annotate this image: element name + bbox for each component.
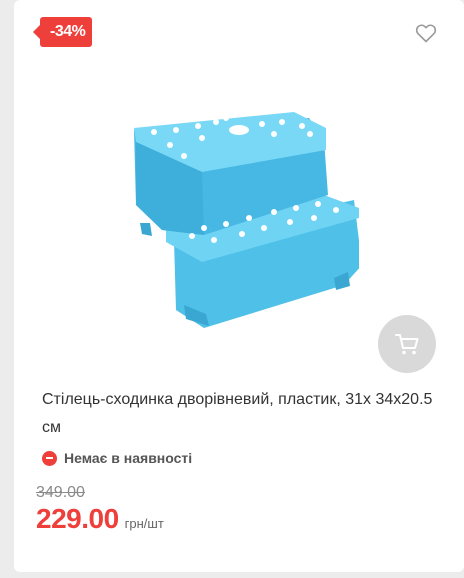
cart-icon [395,334,419,355]
product-title[interactable]: Стілець-сходинка дворівневий, пластик, 3… [42,386,442,442]
discount-badge: -34% [32,17,93,47]
product-card[interactable]: -34% Стілець-сходинка дворівневий, пласт… [14,0,464,572]
stock-status: Немає в наявності [42,448,192,468]
product-image[interactable] [114,100,362,340]
add-to-cart-button[interactable] [378,315,436,373]
step-stool-image [134,112,362,328]
price-row: 229.00 грн/шт [36,503,164,535]
price-unit: грн/шт [124,516,164,531]
stock-status-text: Немає в наявності [64,450,193,466]
out-of-stock-icon [42,450,57,466]
old-price: 349.00 [36,484,85,501]
heart-icon [415,24,437,43]
favorite-button[interactable] [414,21,438,45]
current-price: 229.00 [36,503,119,534]
